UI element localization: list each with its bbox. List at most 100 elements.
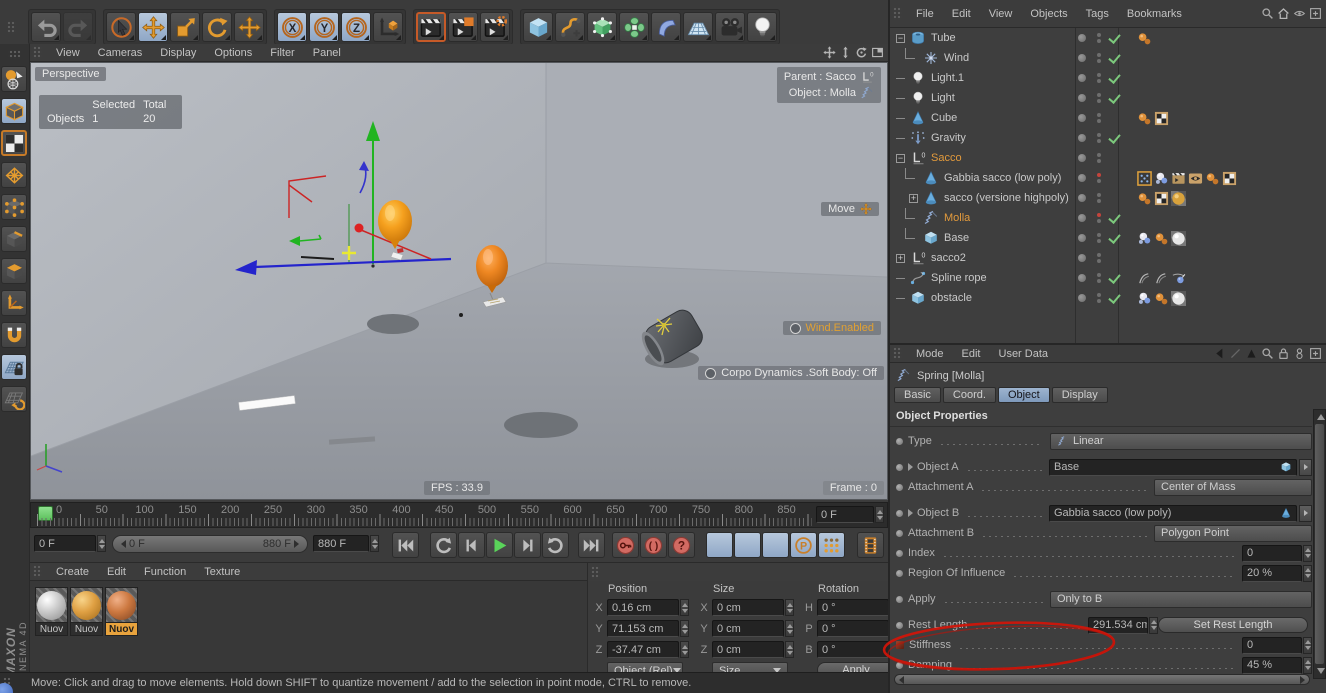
om-menu-file[interactable]: File (907, 6, 943, 22)
frame-spinner[interactable] (875, 506, 884, 523)
visibility-dots-icon[interactable] (1097, 133, 1102, 143)
tree-item-light[interactable]: Light (890, 88, 1326, 108)
scale-tool-button[interactable] (170, 12, 200, 42)
end-frame-field[interactable]: 880 F (313, 535, 379, 552)
keyframe-dot-icon[interactable] (896, 437, 903, 445)
render-to-picture-viewer-button[interactable] (448, 12, 478, 42)
workplane-rotate-button[interactable] (1, 386, 27, 412)
whitemat-tag-icon[interactable] (1171, 290, 1186, 306)
eyetag-tag-icon[interactable] (1188, 171, 1203, 186)
keyframe-set-icon[interactable] (896, 641, 904, 649)
tree-item-gravity[interactable]: Gravity (890, 128, 1326, 148)
uvw-tag-icon[interactable] (1154, 111, 1169, 126)
play-forward-button[interactable] (486, 532, 513, 558)
enabled-toggle[interactable] (1107, 271, 1123, 285)
om-menu-edit[interactable]: Edit (943, 6, 980, 22)
om-menu-bookmarks[interactable]: Bookmarks (1118, 6, 1191, 22)
coordinate-input[interactable]: 0 cm (712, 599, 784, 616)
lock-y-axis-button[interactable]: Y (309, 12, 339, 42)
hud-wind-toggle[interactable]: Wind.Enabled (782, 321, 881, 335)
timeline-ruler[interactable]: 0 F 0 50 100 150 200 250 300 350 400 450 500 550 600… (30, 502, 888, 528)
vpan-icon[interactable] (839, 46, 852, 59)
tree-item-sacco2[interactable]: +0 sacco2 (890, 248, 1326, 268)
coordinate-input[interactable]: 71.153 cm (607, 620, 679, 637)
goto-end-button[interactable] (578, 532, 605, 558)
home-icon[interactable] (1277, 7, 1290, 20)
layer-dot-icon[interactable] (1078, 54, 1086, 62)
coordinate-input[interactable]: 0.16 cm (607, 599, 679, 616)
index-spinner[interactable] (1303, 544, 1312, 562)
layer-dot-icon[interactable] (1078, 254, 1086, 262)
keyframe-dot-icon[interactable] (896, 569, 903, 577)
dyn-tag-icon[interactable] (1137, 291, 1152, 306)
lock-x-axis-button[interactable]: X (277, 12, 307, 42)
om-menu-grip[interactable] (893, 7, 902, 20)
autokeying-button[interactable]: ( ) (640, 532, 667, 558)
attachment-a-dropdown[interactable]: Center of Mass (1154, 478, 1312, 496)
link-picker-button[interactable] (1299, 504, 1312, 522)
last-used-tool-button[interactable] (234, 12, 264, 42)
am-menu-edit[interactable]: Edit (953, 346, 990, 362)
lock-workplane-button[interactable] (1, 354, 27, 380)
model-mode-button[interactable] (1, 98, 27, 124)
rest-length-input[interactable]: 291.534 cm (1088, 616, 1148, 634)
tree-item-sacco-versione-highpoly-[interactable]: + sacco (versione highpoly) (890, 188, 1326, 208)
layer-dot-icon[interactable] (1078, 34, 1086, 42)
toggle-ring-icon[interactable] (789, 322, 801, 334)
viewport-menu-grip[interactable] (33, 46, 42, 59)
viewport-menu-cameras[interactable]: Cameras (89, 45, 152, 61)
timeline-range-slider[interactable]: 0 F 880 F (112, 535, 308, 553)
arrowUp-icon[interactable] (1245, 347, 1258, 360)
lock-z-axis-button[interactable]: Z (341, 12, 371, 42)
record-keyframe-button[interactable] (612, 532, 639, 558)
damping-input[interactable]: 45 % (1242, 656, 1302, 674)
record-rotation-button[interactable] (762, 532, 789, 558)
record-position-button[interactable] (706, 532, 733, 558)
material-thumbnail[interactable] (105, 587, 138, 623)
pointsel-tag-icon[interactable] (1137, 170, 1152, 186)
tree-item-cube[interactable]: Cube (890, 108, 1326, 128)
coordinate-spinner[interactable] (785, 641, 794, 658)
tree-item-wind[interactable]: Wind (890, 48, 1326, 68)
type-dropdown[interactable]: Linear (1050, 432, 1312, 450)
visibility-dots-icon[interactable] (1097, 293, 1102, 303)
dyn-tag-icon[interactable] (1154, 171, 1169, 186)
make-editable-button[interactable] (1, 66, 27, 92)
om-menu-view[interactable]: View (980, 6, 1022, 22)
visibility-dots-icon[interactable] (1097, 193, 1102, 203)
layer-dot-icon[interactable] (1078, 274, 1086, 282)
expand-icon[interactable]: + (909, 193, 918, 203)
enabled-toggle[interactable] (1107, 51, 1123, 65)
coordinate-input[interactable]: 0 cm (712, 620, 784, 637)
enabled-toggle[interactable] (1107, 171, 1123, 185)
material-menu-edit[interactable]: Edit (98, 564, 135, 580)
enabled-toggle[interactable] (1107, 291, 1123, 305)
play-reverse-button[interactable] (430, 532, 457, 558)
vrot-icon[interactable] (855, 46, 868, 59)
visibility-dots-icon[interactable] (1097, 173, 1102, 183)
visibility-dots-icon[interactable] (1097, 233, 1102, 243)
coordinate-system-button[interactable] (373, 12, 403, 42)
plusbox-icon[interactable] (1309, 347, 1322, 360)
enabled-toggle[interactable] (1107, 91, 1123, 105)
rotate-tool-button[interactable] (202, 12, 232, 42)
am-menu-user-data[interactable]: User Data (990, 346, 1058, 362)
goldmat-tag-icon[interactable] (1171, 190, 1186, 206)
left-toolbar-grip[interactable] (8, 50, 21, 59)
layer-dot-icon[interactable] (1078, 94, 1086, 102)
rest-length-spinner[interactable] (1149, 616, 1158, 634)
enabled-toggle[interactable] (1107, 231, 1123, 245)
plusbox-icon[interactable] (1309, 7, 1322, 20)
om-menu-objects[interactable]: Objects (1021, 6, 1076, 22)
keyframe-dot-icon[interactable] (896, 621, 903, 629)
coordinate-spinner[interactable] (785, 599, 794, 616)
enabled-toggle[interactable] (1107, 71, 1123, 85)
viewport-menu-options[interactable]: Options (205, 45, 261, 61)
tree-item-sacco[interactable]: − 0 Sacco (890, 148, 1326, 168)
stiffness-spinner[interactable] (1303, 636, 1312, 654)
layer-dot-icon[interactable] (1078, 174, 1086, 182)
workplane-mode-button[interactable] (1, 162, 27, 188)
uvw-tag-icon[interactable] (1154, 191, 1169, 206)
texture-mode-button[interactable] (1, 130, 27, 156)
keyframe-dot-icon[interactable] (896, 549, 903, 557)
